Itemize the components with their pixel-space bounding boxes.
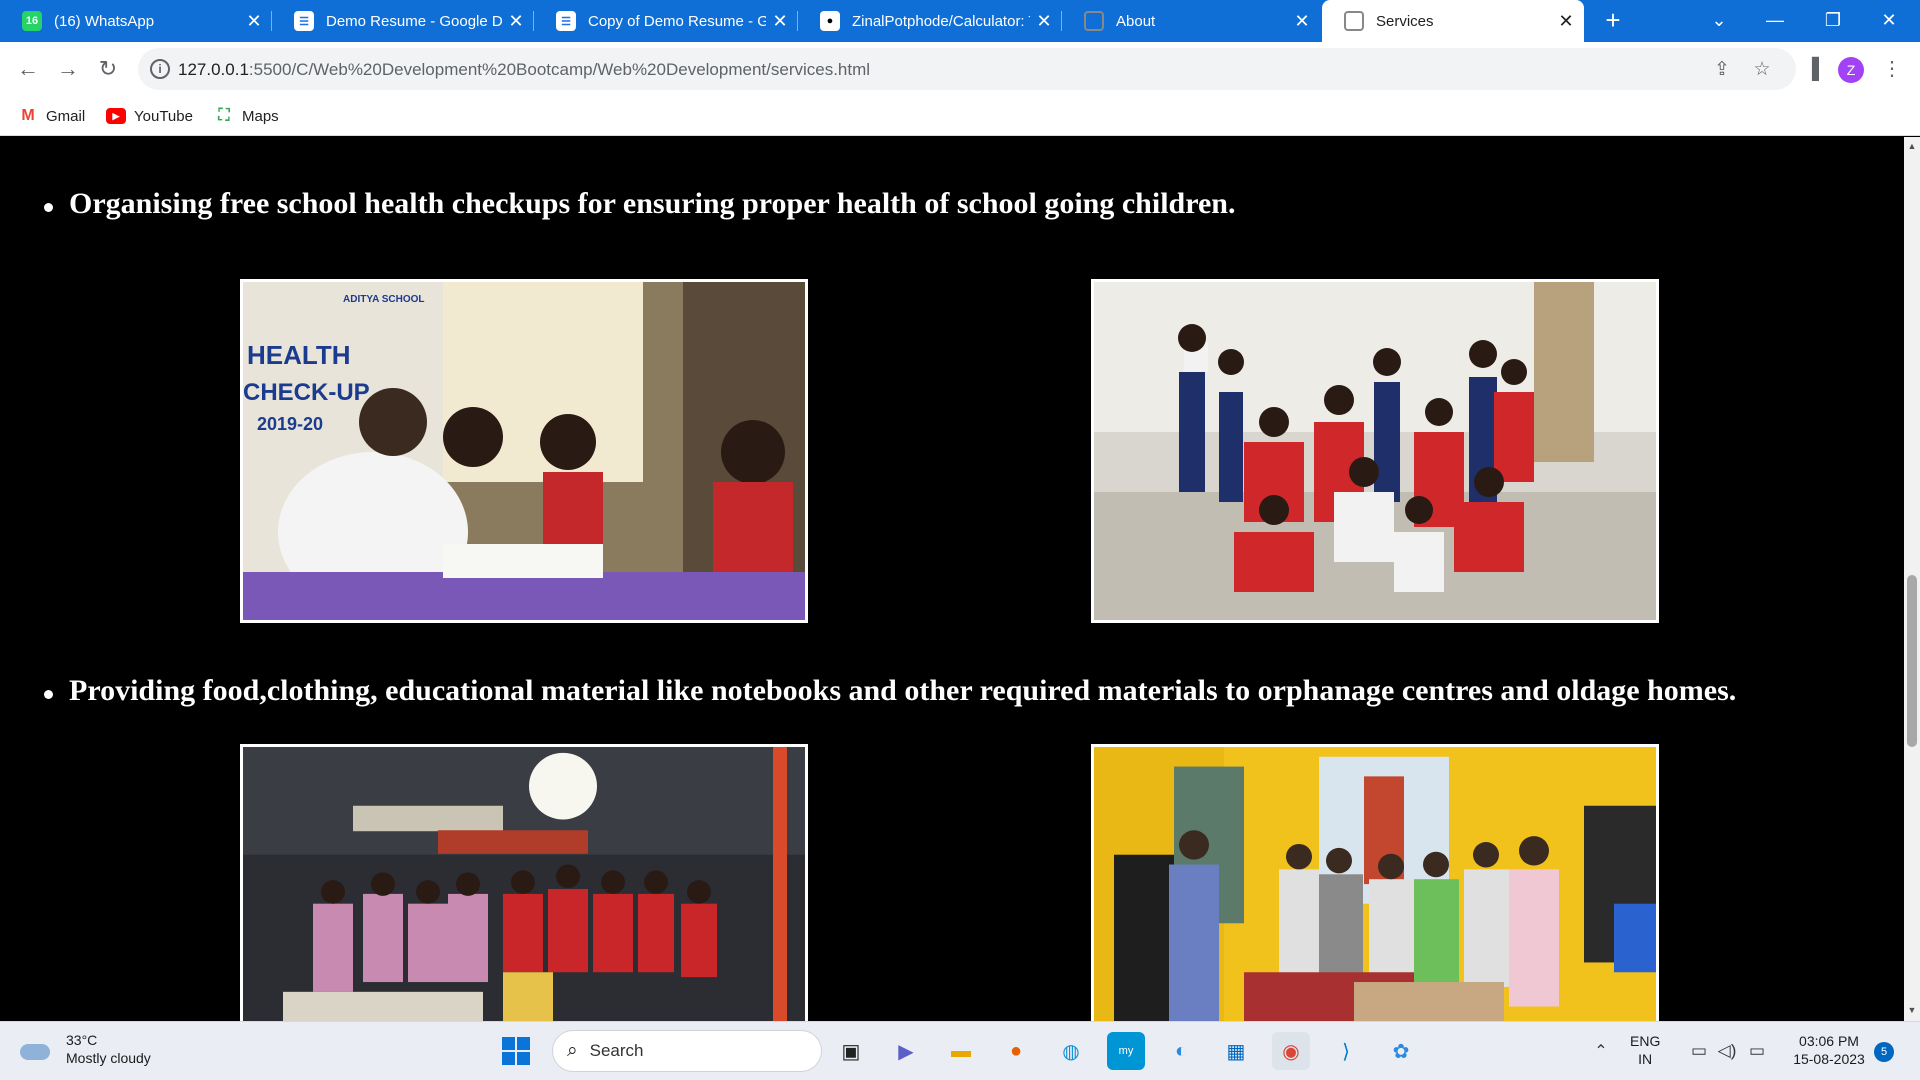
scroll-up-arrow-icon[interactable]: ▲ [1907, 141, 1917, 151]
profile-avatar[interactable]: Z [1838, 57, 1864, 83]
tab-title: ZinalPotphode/Calculator: T [852, 12, 1030, 30]
globe-icon [1084, 11, 1104, 31]
site-info-icon[interactable]: i [150, 59, 170, 79]
close-icon[interactable]: ✕ [502, 11, 530, 32]
menu-kebab-icon[interactable]: ⋮ [1876, 53, 1908, 85]
close-icon[interactable]: ✕ [1552, 11, 1580, 32]
photo-school-children [1091, 279, 1659, 623]
page-scrollbar[interactable]: ▲ ▼ [1904, 137, 1920, 1021]
clock[interactable]: 03:06 PM 15-08-2023 [1784, 1032, 1874, 1068]
weather-temperature: 33°C [66, 1032, 98, 1048]
restore-button[interactable]: ❐ [1810, 0, 1856, 42]
photo-orphanage-group [240, 744, 808, 1021]
myhp-icon[interactable]: my [1107, 1032, 1145, 1070]
window-close-button[interactable]: ✕ [1866, 0, 1912, 42]
page-viewport: Organising free school health checkups f… [0, 137, 1904, 1021]
tab-github-calculator[interactable]: ● ZinalPotphode/Calculator: T ✕ [798, 0, 1062, 42]
reload-button[interactable]: ↻ [92, 53, 124, 85]
google-docs-icon: ☰ [294, 11, 314, 31]
bookmark-star-icon[interactable]: ☆ [1750, 58, 1774, 82]
taskbar-search-box[interactable]: ⌕ Search [552, 1030, 822, 1072]
photo-sign-checkup: CHECK-UP [243, 379, 370, 406]
tab-title: (16) WhatsApp [54, 12, 155, 30]
back-button[interactable]: ← [12, 53, 44, 85]
bookmarks-bar: M Gmail ▶ YouTube ⛶ Maps [0, 96, 1920, 136]
photo-health-checkup: HEALTH CHECK-UP 2019-20 ADITYA SCHOOL [240, 279, 808, 623]
chevron-up-icon[interactable]: ⌃ [1582, 1032, 1620, 1070]
tab-title: Services [1376, 12, 1434, 30]
microsoft-store-icon[interactable]: ▦ [1217, 1032, 1255, 1070]
browser-tab-strip: 16 (16) WhatsApp ✕ ☰ Demo Resume - Googl… [0, 0, 1920, 42]
scrollbar-thumb[interactable] [1907, 575, 1917, 747]
minimize-button[interactable]: — [1752, 0, 1798, 42]
side-panel-icon[interactable]: ▐ [1796, 53, 1828, 85]
service-item-donations: Providing food,clothing, educational mat… [44, 674, 1736, 708]
gmail-icon: M [21, 107, 35, 124]
tab-title: Copy of Demo Resume - Go [588, 12, 766, 30]
google-docs-icon: ☰ [556, 11, 576, 31]
partly-cloudy-icon [20, 1036, 54, 1062]
battery-icon[interactable]: ▭ [1738, 1032, 1776, 1070]
windows-taskbar: 33°C Mostly cloudy ⌕ Search ▣ ▶ ▬ ● ◍ my… [0, 1021, 1920, 1080]
whatsapp-icon: 16 [22, 11, 42, 31]
vscode-icon[interactable]: ⟩ [1327, 1032, 1365, 1070]
tab-whatsapp[interactable]: 16 (16) WhatsApp ✕ [0, 0, 272, 42]
browser-toolbar: ← → ↻ i 127.0.0.1:5500/C/Web%20Developme… [0, 42, 1920, 96]
scroll-down-arrow-icon[interactable]: ▼ [1907, 1005, 1917, 1015]
close-icon[interactable]: ✕ [766, 11, 794, 32]
photo-sign-health: HEALTH [247, 340, 351, 370]
tab-title: About [1116, 12, 1156, 30]
notification-badge[interactable]: 5 [1874, 1042, 1894, 1062]
network-app-icon[interactable]: ✿ [1382, 1032, 1420, 1070]
url-text[interactable]: 127.0.0.1:5500/C/Web%20Development%20Boo… [178, 60, 870, 80]
forward-button[interactable]: → [52, 53, 84, 85]
bookmark-youtube[interactable]: ▶ YouTube [106, 104, 193, 128]
close-icon[interactable]: ✕ [1288, 11, 1316, 32]
tab-about[interactable]: About ✕ [1062, 0, 1320, 42]
tab-demo-resume[interactable]: ☰ Demo Resume - Google Do ✕ [272, 0, 534, 42]
windows-start-icon[interactable] [497, 1032, 535, 1070]
firefox-icon[interactable]: ● [997, 1032, 1035, 1070]
task-view-icon[interactable]: ▣ [832, 1032, 870, 1070]
file-explorer-icon[interactable]: ▬ [942, 1032, 980, 1070]
weather-condition: Mostly cloudy [66, 1050, 151, 1066]
teams-meet-icon[interactable]: ▶ [887, 1032, 925, 1070]
edge-icon[interactable]: ◍ [1052, 1032, 1090, 1070]
new-tab-button[interactable]: + [1598, 6, 1628, 36]
photo-sign-school: ADITYA SCHOOL [343, 294, 425, 305]
tab-copy-demo-resume[interactable]: ☰ Copy of Demo Resume - Go ✕ [534, 0, 798, 42]
github-icon: ● [820, 11, 840, 31]
tab-services[interactable]: Services ✕ [1322, 0, 1584, 42]
globe-icon [1344, 11, 1364, 31]
share-icon[interactable]: ⇪ [1710, 58, 1734, 82]
close-icon[interactable]: ✕ [240, 11, 268, 32]
photo-oldage-home-group [1091, 744, 1659, 1021]
app-icon[interactable]: ◐ [1162, 1032, 1200, 1070]
tab-search-chevron-icon[interactable]: ⌄ [1696, 0, 1742, 42]
search-icon: ⌕ [567, 1040, 578, 1061]
chrome-icon[interactable]: ◉ [1272, 1032, 1310, 1070]
weather-widget[interactable]: 33°C Mostly cloudy [20, 1031, 151, 1067]
bookmark-gmail[interactable]: M Gmail [18, 104, 85, 128]
maps-icon: ⛶ [218, 107, 230, 124]
language-indicator[interactable]: ENG IN [1630, 1032, 1660, 1068]
service-item-health-checkups: Organising free school health checkups f… [44, 187, 1235, 221]
tab-title: Demo Resume - Google Do [326, 12, 502, 30]
close-icon[interactable]: ✕ [1030, 11, 1058, 32]
bookmark-maps[interactable]: ⛶ Maps [214, 104, 278, 128]
photo-sign-year: 2019-20 [257, 414, 323, 434]
youtube-icon: ▶ [106, 108, 126, 124]
address-bar[interactable]: i 127.0.0.1:5500/C/Web%20Development%20B… [138, 48, 1796, 90]
